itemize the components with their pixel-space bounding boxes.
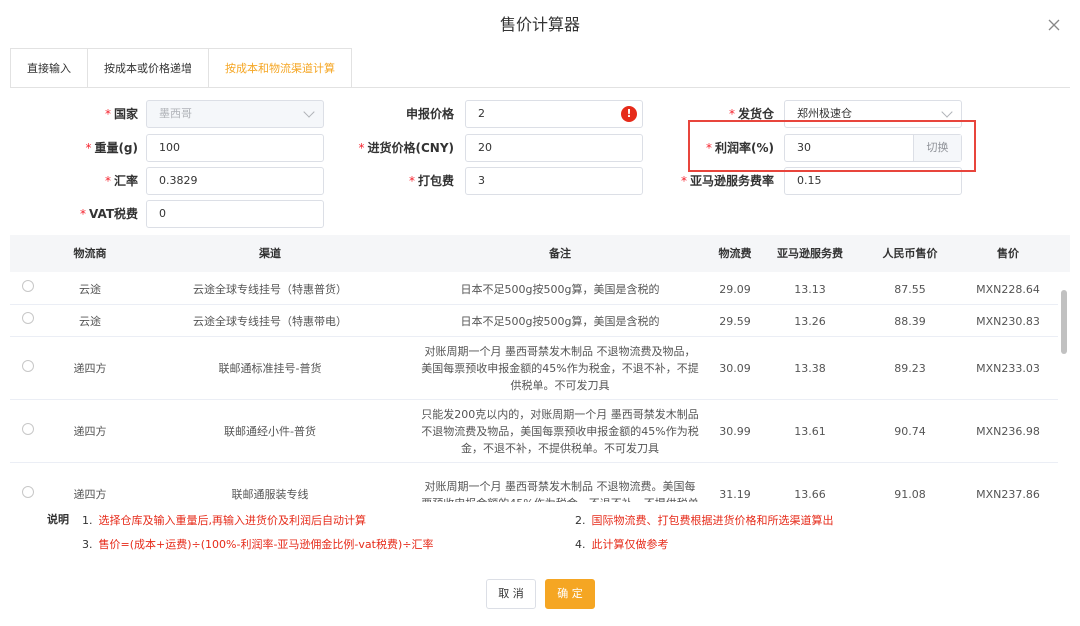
rate-input[interactable]: 0.3829 [146,167,324,195]
packing-fee-input[interactable]: 3 [465,167,643,195]
header-freight: 物流费 [718,247,752,260]
warning-icon: ! [621,106,637,122]
cell-rmb-price: 91.08 [894,488,926,501]
declare-price-label: 申报价格 [405,107,454,121]
cell-channel: 云途全球专线挂号（特惠带电） [193,314,347,328]
header-carrier: 物流商 [73,247,107,260]
cell-channel: 联邮通标准挂号-普货 [218,362,322,375]
weight-label: * 重量(g) [85,141,138,155]
note-3: 3. 售价=(成本+运费)÷(100%-利润率-亚马逊佣金比例-vat税费)÷汇率 [82,538,434,551]
chevron-down-icon [941,106,953,118]
cell-price: MXN237.86 [976,488,1040,501]
cell-price: MXN236.98 [976,425,1040,438]
table-row[interactable]: 递四方 联邮通标准挂号-普货 对账周期一个月 墨西哥禁发木制品 不退物流费及物品，美… [10,337,1058,400]
confirm-button[interactable]: 确 定 [545,579,595,609]
sale-price-calculator-dialog: 售价计算器 直接输入 按成本或价格递增 按成本和物流渠道计算 * 国家 墨西哥 *… [0,0,1080,626]
cell-carrier: 递四方 [73,488,107,501]
purchase-price-input[interactable]: 20 [465,134,643,162]
cell-note: 对账周期一个月 墨西哥禁发木制品 不退物流费。美国每票预收申报金额的45%作为税… [421,479,698,503]
cell-freight: 31.19 [719,488,751,501]
cell-amazon-fee: 13.38 [794,362,826,375]
cell-freight: 29.59 [719,314,751,328]
cell-amazon-fee: 13.66 [794,488,826,501]
scrollbar-thumb[interactable] [1061,290,1067,354]
cell-rmb-price: 87.55 [894,282,926,296]
cell-carrier: 云途 [79,282,101,296]
highlight-box [688,120,976,172]
table-row[interactable]: 云途 云途全球专线挂号（特惠带电） 日本不足500g按500g算，美国是含税的 29.… [10,305,1058,337]
chevron-down-icon [303,106,315,118]
country-label: * 国家 [104,107,138,121]
cell-carrier: 云途 [79,314,101,328]
tab-divider [10,87,1070,88]
tab-bar: 直接输入 按成本或价格递增 按成本和物流渠道计算 [10,48,352,88]
vat-label: * VAT税费 [79,207,138,221]
table-header: 物流商 渠道 备注 物流费 亚马逊服务费 人民币售价 售价 [10,235,1070,272]
tab-direct-input[interactable]: 直接输入 [10,48,88,88]
cell-rmb-price: 89.23 [894,362,926,375]
note-2: 2. 国际物流费、打包费根据进货价格和所选渠道算出 [575,514,834,527]
declare-price-input[interactable]: 2! [465,100,643,128]
cell-channel: 联邮通服装专线 [231,488,309,501]
note-4: 4. 此计算仅做参考 [575,538,669,551]
table-row[interactable]: 云途 云途全球专线挂号（特惠普货） 日本不足500g按500g算，美国是含税的 29.… [10,273,1058,305]
cell-note: 只能发200克以内的，对账周期一个月 墨西哥禁发木制品不退物流费及物品，美国每票… [421,408,699,455]
row-radio[interactable] [22,486,34,498]
tab-cost-or-price-increase[interactable]: 按成本或价格递增 [87,48,209,88]
cell-carrier: 递四方 [73,425,107,438]
cell-price: MXN228.64 [976,282,1040,296]
cell-note: 日本不足500g按500g算，美国是含税的 [460,282,660,296]
cell-rmb-price: 90.74 [894,425,926,438]
row-radio[interactable] [22,360,34,372]
tab-cost-and-logistics[interactable]: 按成本和物流渠道计算 [208,48,352,88]
cell-channel: 联邮通经小件-普货 [224,425,316,438]
row-radio[interactable] [22,423,34,435]
header-price: 售价 [997,247,1019,260]
cell-note: 日本不足500g按500g算，美国是含税的 [460,314,660,328]
note-1: 1. 选择仓库及输入重量后,再输入进货价及利润后自动计算 [82,514,366,527]
table-row[interactable]: 递四方 联邮通服装专线 对账周期一个月 墨西哥禁发木制品 不退物流费。美国每票预收申… [10,463,1058,502]
close-icon[interactable] [1046,17,1062,33]
dialog-title: 售价计算器 [499,15,580,34]
header-rmb-price: 人民币售价 [882,247,938,260]
purchase-price-label: * 进货价格(CNY) [358,141,454,155]
cancel-button[interactable]: 取 消 [486,579,536,609]
cell-price: MXN233.03 [976,362,1040,375]
table-row[interactable]: 递四方 联邮通经小件-普货 只能发200克以内的，对账周期一个月 墨西哥禁发木制品不… [10,400,1058,463]
cell-channel: 云途全球专线挂号（特惠普货） [193,282,347,296]
cell-freight: 30.09 [719,362,751,375]
cell-freight: 29.09 [719,282,751,296]
notes-label: 说明 [47,513,69,526]
row-radio[interactable] [22,280,34,292]
country-select: 墨西哥 [146,100,324,128]
cell-price: MXN230.83 [976,314,1040,328]
weight-input[interactable]: 100 [146,134,324,162]
logistics-table: 物流商 渠道 备注 物流费 亚马逊服务费 人民币售价 售价 云途 云途全球专线挂号… [10,235,1070,502]
header-channel: 渠道 [259,247,281,260]
cell-note: 对账周期一个月 墨西哥禁发木制品 不退物流费及物品，美国每票预收申报金额的45%… [421,345,699,392]
row-radio[interactable] [22,312,34,324]
cell-amazon-fee: 13.26 [794,314,826,328]
cell-amazon-fee: 13.61 [794,425,826,438]
vat-input[interactable]: 0 [146,200,324,228]
cell-carrier: 递四方 [73,362,107,375]
rate-label: * 汇率 [104,174,138,188]
packing-fee-label: * 打包费 [408,174,454,188]
header-note: 备注 [549,247,571,260]
cell-amazon-fee: 13.13 [794,282,826,296]
cell-freight: 30.99 [719,425,751,438]
cell-rmb-price: 88.39 [894,314,926,328]
header-amazon-fee: 亚马逊服务费 [777,247,843,260]
